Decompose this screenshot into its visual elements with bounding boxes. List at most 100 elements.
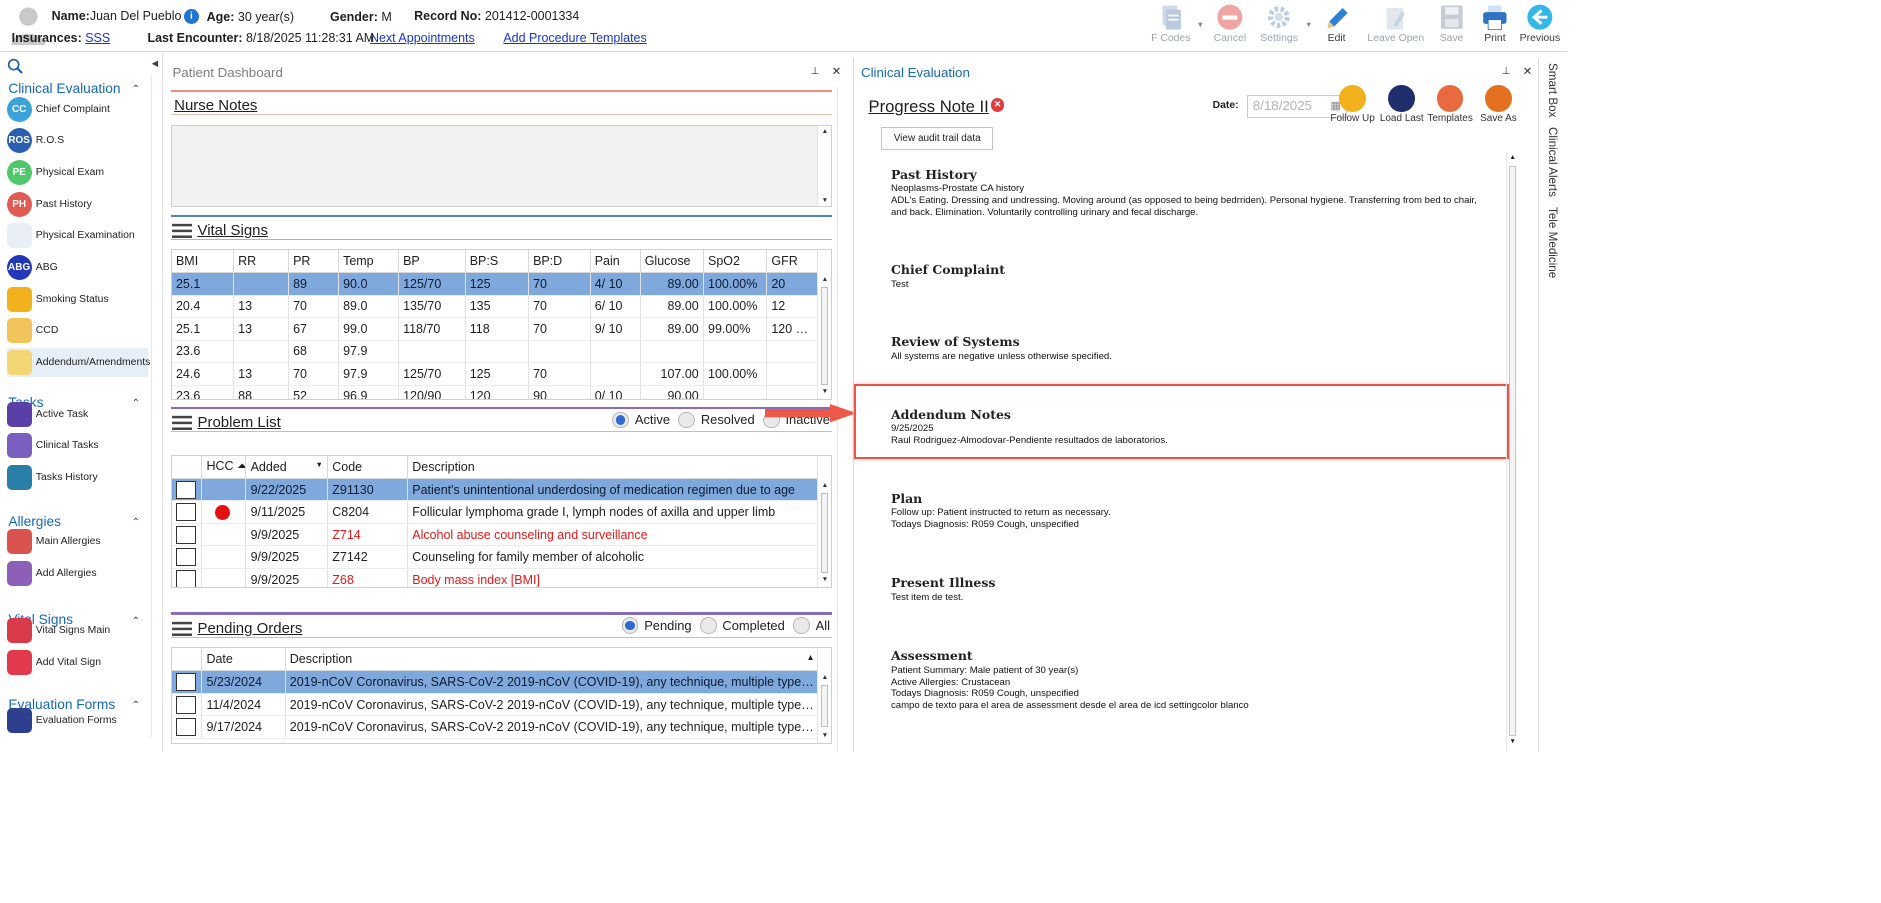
- column-header[interactable]: BP: [398, 250, 466, 274]
- sidebar-item-tasks-history[interactable]: Tasks History: [6, 463, 149, 491]
- sidebar-item-clinical-tasks[interactable]: Clinical Tasks: [6, 432, 149, 460]
- view-audit-trail-button[interactable]: View audit trail data: [880, 126, 994, 150]
- table-row[interactable]: 24.6 13 70 97.9 125/70 125 70 107.00 100.00%: [171, 362, 820, 386]
- add-procedure-templates-link[interactable]: Add Procedure Templates: [503, 31, 646, 45]
- column-header[interactable]: BMI: [171, 250, 234, 274]
- column-header[interactable]: BP:S: [465, 250, 529, 274]
- next-appointments-link[interactable]: Next Appointments: [370, 31, 475, 45]
- fcodes-button[interactable]: F Codes: [1142, 3, 1200, 44]
- close-icon[interactable]: ✕: [832, 64, 842, 78]
- sidebar-item-physical-examination[interactable]: Physical Examination: [6, 222, 149, 250]
- filter-radio-active[interactable]: Active: [612, 411, 670, 429]
- follow-up-button[interactable]: Follow Up: [1328, 84, 1378, 124]
- sidebar-item-vital-signs-main[interactable]: Vital Signs Main: [6, 617, 149, 645]
- sidebar-item-ccd[interactable]: CCD: [6, 317, 149, 345]
- row-checkbox[interactable]: [175, 480, 196, 499]
- problem-list-scrollbar[interactable]: ▲ ▼: [817, 455, 831, 588]
- sidebar-item-past-history[interactable]: PH Past History: [6, 190, 149, 218]
- sidebar-item-evaluation-forms[interactable]: Evaluation Forms: [6, 707, 149, 735]
- leave-open-button[interactable]: Leave Open: [1367, 3, 1425, 44]
- sidebar-item-active-task[interactable]: Active Task: [6, 400, 149, 428]
- table-row[interactable]: 25.1 13 67 99.0 118/70 118 70 9/ 10 89.00 99.00% 1…: [171, 317, 820, 341]
- menu-icon[interactable]: [172, 621, 193, 636]
- row-checkbox[interactable]: [175, 547, 196, 567]
- column-header[interactable]: GFR: [766, 250, 820, 274]
- table-row[interactable]: 9/9/2025 Z68 Body mass index [BMI]: [171, 568, 820, 588]
- collapse-sidebar-icon[interactable]: ◀: [152, 58, 158, 68]
- column-header[interactable]: Temp: [338, 250, 399, 274]
- tab-smart-box[interactable]: Smart Box: [1546, 63, 1559, 117]
- filter-radio-pending[interactable]: Pending: [621, 617, 692, 635]
- insurance-link[interactable]: SSS: [85, 31, 110, 45]
- tab-clinical-alerts[interactable]: Clinical Alerts: [1546, 127, 1559, 197]
- row-checkbox[interactable]: [175, 525, 196, 544]
- column-header[interactable]: Glucose: [640, 250, 704, 274]
- sidebar-item-add-allergies[interactable]: Add Allergies: [6, 559, 149, 587]
- sidebar-scrollbar[interactable]: [150, 74, 163, 738]
- vital-signs-scrollbar[interactable]: ▲ ▼: [817, 250, 831, 399]
- templates-button[interactable]: Templates: [1425, 84, 1475, 124]
- pin-icon[interactable]: ⊥: [1502, 66, 1511, 77]
- added-date-cell: 9/11/2025: [245, 500, 329, 524]
- row-checkbox[interactable]: [175, 695, 196, 714]
- sidebar-item-abg[interactable]: ABG ABG: [6, 253, 149, 281]
- column-header[interactable]: SpO2: [703, 250, 768, 274]
- column-header[interactable]: Code: [327, 455, 409, 479]
- sidebar-item-r-o-s[interactable]: ROS R.O.S: [6, 127, 149, 155]
- load-last-button[interactable]: Load Last: [1377, 84, 1427, 124]
- row-checkbox[interactable]: [175, 673, 196, 692]
- sidebar-item-smoking-status[interactable]: Smoking Status: [6, 285, 149, 313]
- menu-icon[interactable]: [172, 415, 193, 430]
- pending-orders-scrollbar[interactable]: ▲ ▼: [817, 648, 831, 744]
- collapse-caret-icon[interactable]: ⌃: [132, 84, 140, 95]
- nurse-notes-box[interactable]: ▲ ▼: [170, 124, 832, 208]
- table-row[interactable]: 23.6 68 97.9: [171, 340, 820, 364]
- save-as-button[interactable]: Save As: [1473, 84, 1523, 124]
- edit-button[interactable]: Edit: [1307, 3, 1365, 44]
- filter-radio-all[interactable]: All: [793, 617, 830, 635]
- table-row[interactable]: 9/9/2025 Z7142 Counseling for family membe…: [171, 545, 820, 569]
- table-row[interactable]: 11/4/2024 2019-nCoV Coronavirus, SARS-CoV…: [171, 693, 820, 717]
- remove-note-icon[interactable]: ✕: [990, 98, 1005, 112]
- column-header[interactable]: RR: [233, 250, 289, 274]
- row-checkbox[interactable]: [175, 503, 196, 522]
- sidebar-item-main-allergies[interactable]: Main Allergies: [6, 527, 149, 555]
- table-row[interactable]: 20.4 13 70 89.0 135/70 135 70 6/ 10 89.00 100.00%…: [171, 295, 820, 319]
- menu-icon[interactable]: [172, 223, 193, 239]
- settings-button[interactable]: Settings: [1250, 3, 1308, 44]
- info-icon[interactable]: i: [183, 9, 199, 25]
- sidebar-item-physical-exam[interactable]: PE Physical Exam: [6, 158, 149, 186]
- column-header[interactable]: PR: [288, 250, 339, 274]
- column-header[interactable]: Added ▼: [245, 455, 329, 479]
- row-checkbox[interactable]: [175, 570, 196, 588]
- table-row[interactable]: 25.1 89 90.0 125/70 125 70 4/ 10 89.00 100.00% 20: [171, 272, 820, 296]
- close-icon[interactable]: ✕: [1523, 64, 1533, 78]
- sidebar-item-addendum-amendments[interactable]: Addendum/Amendments: [6, 348, 150, 377]
- filter-radio-resolved[interactable]: Resolved: [678, 411, 755, 429]
- filter-dropdown-icon[interactable]: ▼: [316, 460, 323, 469]
- filter-radio-completed[interactable]: Completed: [699, 617, 785, 635]
- previous-button[interactable]: Previous: [1511, 3, 1568, 44]
- table-row[interactable]: 9/9/2025 Z714 Alcohol abuse counseling and…: [171, 523, 820, 547]
- table-row[interactable]: 9/11/2025 C8204 Follicular lymphoma grade …: [171, 500, 820, 524]
- column-header[interactable]: Date: [201, 648, 286, 672]
- sidebar-item-chief-complaint[interactable]: CC Chief Complaint: [6, 95, 149, 123]
- table-row[interactable]: 9/22/2025 Z91130 Patient's unintentional u…: [171, 478, 820, 502]
- column-header[interactable]: Description ▲: [285, 648, 820, 672]
- search-icon[interactable]: [7, 58, 24, 75]
- tab-tele-medicine[interactable]: Tele Medicine: [1546, 207, 1559, 278]
- table-row[interactable]: 23.6 88 52 96.9 120/90 120 90 0/ 10 90.00: [171, 385, 820, 399]
- column-header[interactable]: BP:D: [528, 250, 591, 274]
- sidebar-item-add-vital-sign[interactable]: Add Vital Sign: [6, 648, 149, 676]
- table-row[interactable]: 5/23/2024 2019-nCoV Coronavirus, SARS-CoV…: [171, 670, 820, 694]
- column-header[interactable]: Pain: [590, 250, 641, 274]
- column-header[interactable]: HCC ⏶: [201, 455, 247, 479]
- pin-icon[interactable]: ⊥: [811, 66, 820, 77]
- note-scrollbar[interactable]: ▲ ▼: [1505, 152, 1518, 753]
- row-checkbox[interactable]: [175, 718, 196, 737]
- column-header[interactable]: Description: [407, 455, 820, 479]
- table-row[interactable]: 9/17/2024 2019-nCoV Coronavirus, SARS-CoV…: [171, 715, 820, 739]
- sort-asc-icon: ⏶: [233, 459, 246, 474]
- note-section-title: Assessment: [890, 648, 973, 664]
- sidebar-section-title[interactable]: Clinical Evaluation: [8, 81, 120, 96]
